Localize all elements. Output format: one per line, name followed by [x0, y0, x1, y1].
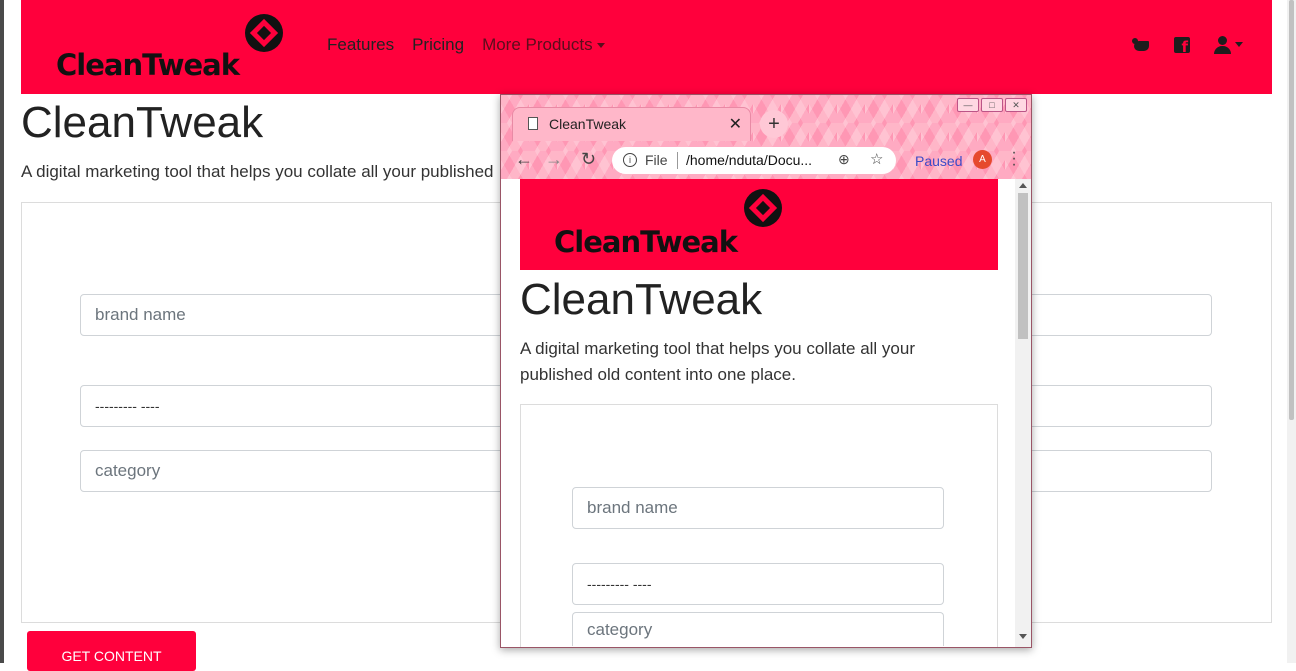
inner-logo-text: CleanTweak [554, 225, 738, 259]
inner-page-title: CleanTweak [520, 275, 763, 324]
minimize-icon[interactable]: — [957, 98, 979, 112]
reload-icon[interactable]: ↻ [581, 149, 596, 170]
url-text: /home/nduta/Docu... [686, 152, 813, 168]
brand-logo[interactable]: CleanTweak [56, 12, 286, 82]
inner-banner: CleanTweak [520, 179, 998, 270]
browser-tab[interactable]: CleanTweak ✕ [512, 107, 751, 141]
document-icon [528, 117, 538, 130]
kebab-menu-icon[interactable]: · · · [1010, 145, 1018, 173]
inner-category-input[interactable]: category [572, 612, 944, 646]
url-scheme: File [645, 152, 668, 168]
browser-toolbar: ← → ↻ i File /home/nduta/Docu... ⊕ ☆ Pau… [501, 141, 1031, 179]
avatar[interactable]: A [973, 150, 992, 169]
nav-pricing[interactable]: Pricing [412, 35, 464, 55]
address-bar[interactable]: i File /home/nduta/Docu... ⊕ ☆ [612, 147, 896, 174]
inner-scrollbar[interactable] [1015, 179, 1031, 647]
nav-features[interactable]: Features [327, 35, 394, 55]
zoom-icon[interactable]: ⊕ [838, 151, 850, 168]
star-icon[interactable]: ☆ [870, 150, 883, 168]
get-content-button[interactable]: GET CONTENT [27, 631, 196, 671]
info-icon[interactable]: i [623, 153, 637, 167]
tab-title: CleanTweak [549, 116, 627, 132]
window-controls: — □ ✕ [957, 98, 1027, 112]
chevron-down-icon [596, 43, 605, 49]
page-scrollbar[interactable] [1287, 0, 1296, 663]
close-tab-icon[interactable]: ✕ [729, 114, 742, 134]
page-subtitle: A digital marketing tool that helps you … [21, 162, 494, 181]
nav-more-products-label: More Products [482, 35, 593, 54]
logo-mark-icon [744, 189, 782, 227]
back-icon[interactable]: ← [515, 149, 533, 170]
screen-edge [0, 0, 4, 663]
logo-text: CleanTweak [56, 48, 240, 82]
inner-page-subtitle: A digital marketing tool that helps you … [520, 339, 916, 384]
user-menu[interactable] [1214, 36, 1246, 54]
close-window-icon[interactable]: ✕ [1005, 98, 1027, 112]
inner-brand-select[interactable]: --------- ---- [572, 563, 944, 605]
twitter-icon[interactable] [1132, 37, 1150, 53]
forward-icon[interactable]: → [545, 149, 563, 170]
nav-icons [1132, 36, 1246, 56]
nav-links: Features Pricing More Products [327, 35, 605, 55]
page-title: CleanTweak [21, 98, 264, 147]
scroll-up-icon[interactable] [1019, 183, 1027, 188]
inner-scrollbar-thumb[interactable] [1018, 193, 1028, 339]
url-divider [677, 152, 678, 169]
facebook-icon[interactable] [1174, 37, 1190, 56]
scroll-down-icon[interactable] [1019, 634, 1027, 639]
new-tab-button[interactable]: + [760, 110, 788, 138]
logo-mark-icon [245, 14, 283, 52]
user-icon [1218, 36, 1227, 45]
navbar: CleanTweak Features Pricing More Product… [21, 0, 1272, 94]
inner-brand-name-input[interactable]: brand name [572, 487, 944, 529]
chevron-down-icon [1235, 42, 1243, 47]
profile-status[interactable]: Paused [915, 153, 962, 169]
user-icon-body [1214, 46, 1231, 54]
nav-more-products[interactable]: More Products [482, 35, 605, 55]
page-scrollbar-thumb[interactable] [1289, 0, 1294, 420]
inner-brand-logo[interactable]: CleanTweak [554, 187, 794, 259]
browser-chrome: — □ ✕ CleanTweak ✕ + ← → ↻ i File /home/… [501, 95, 1031, 179]
maximize-icon[interactable]: □ [981, 98, 1003, 112]
